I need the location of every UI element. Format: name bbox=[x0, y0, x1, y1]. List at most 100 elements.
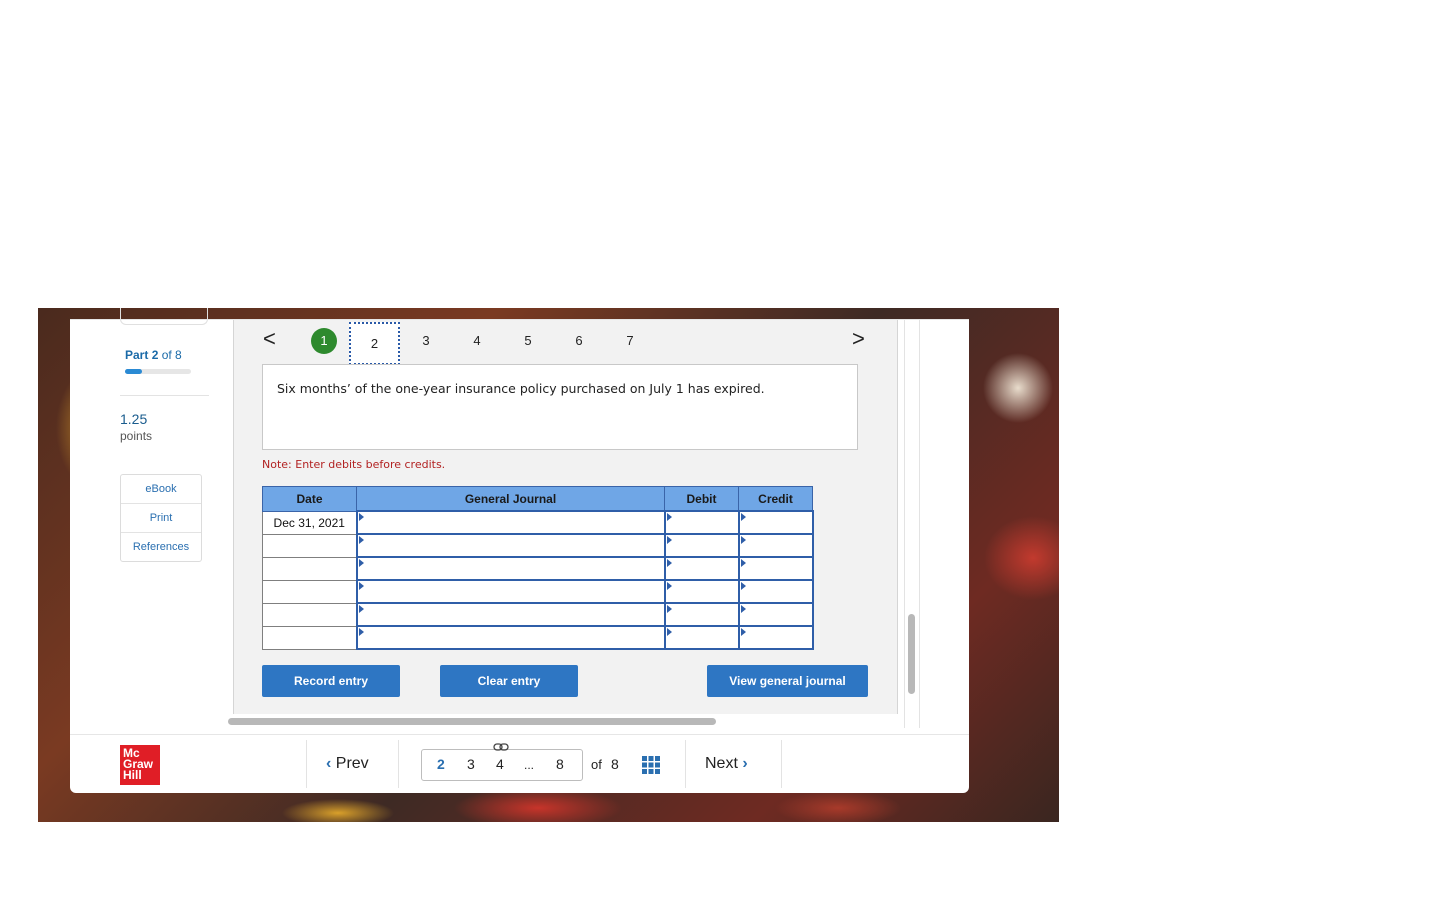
pager-divider bbox=[781, 740, 782, 788]
account-dropdown[interactable] bbox=[355, 510, 666, 535]
dropdown-marker-icon bbox=[358, 559, 364, 567]
sidebar-stub bbox=[120, 308, 208, 325]
credit-input[interactable] bbox=[737, 579, 814, 604]
debit-input[interactable] bbox=[663, 533, 740, 558]
tab-4[interactable]: 4 bbox=[467, 333, 487, 348]
part-progress-fill bbox=[125, 369, 142, 374]
clear-entry-button[interactable]: Clear entry bbox=[440, 665, 578, 697]
journal-note: Note: Enter debits before credits. bbox=[262, 458, 446, 471]
table-row bbox=[262, 625, 814, 650]
credit-input[interactable] bbox=[737, 556, 814, 581]
input-marker-icon bbox=[740, 605, 746, 613]
table-row bbox=[262, 556, 814, 581]
input-marker-icon bbox=[666, 536, 672, 544]
pager-divider bbox=[306, 740, 307, 788]
chevron-left-icon: ‹ bbox=[326, 755, 332, 772]
tab-1-completed[interactable]: 1 bbox=[311, 328, 337, 354]
table-row: Dec 31, 2021 bbox=[262, 510, 814, 535]
next-label: Next bbox=[705, 755, 738, 772]
input-marker-icon bbox=[666, 605, 672, 613]
date-cell: Dec 31, 2021 bbox=[262, 510, 357, 535]
account-dropdown[interactable] bbox=[355, 533, 666, 558]
record-entry-button[interactable]: Record entry bbox=[262, 665, 400, 697]
points-label: points bbox=[120, 429, 153, 443]
page-4[interactable]: 4 bbox=[496, 756, 504, 772]
logo-line: Hill bbox=[123, 768, 142, 782]
dropdown-marker-icon bbox=[358, 536, 364, 544]
account-dropdown[interactable] bbox=[355, 579, 666, 604]
debit-input[interactable] bbox=[663, 602, 740, 627]
tab-2-current[interactable]: 2 bbox=[349, 322, 400, 365]
view-general-journal-button[interactable]: View general journal bbox=[707, 665, 868, 697]
table-row bbox=[262, 533, 814, 558]
resource-links: eBook Print References bbox=[120, 474, 202, 562]
input-marker-icon bbox=[740, 582, 746, 590]
input-marker-icon bbox=[666, 628, 672, 636]
horizontal-scrollbar[interactable] bbox=[228, 718, 716, 725]
page-3[interactable]: 3 bbox=[467, 756, 475, 772]
debit-input[interactable] bbox=[663, 625, 740, 650]
account-dropdown[interactable] bbox=[355, 602, 666, 627]
dropdown-marker-icon bbox=[358, 582, 364, 590]
tab-5[interactable]: 5 bbox=[518, 333, 538, 348]
input-marker-icon bbox=[740, 628, 746, 636]
references-link[interactable]: References bbox=[121, 533, 201, 561]
next-button[interactable]: Next › bbox=[705, 755, 748, 773]
dropdown-marker-icon bbox=[358, 513, 364, 521]
journal-entry-table: Date General Journal Debit Credit Dec 31… bbox=[262, 486, 814, 650]
account-dropdown[interactable] bbox=[355, 625, 666, 650]
page-ellipsis: ... bbox=[524, 758, 535, 772]
footer-divider bbox=[70, 734, 969, 735]
dropdown-marker-icon bbox=[358, 628, 364, 636]
header-debit: Debit bbox=[664, 486, 739, 512]
credit-input[interactable] bbox=[737, 533, 814, 558]
vertical-scrollbar[interactable] bbox=[908, 614, 915, 694]
grid-icon[interactable] bbox=[642, 756, 660, 774]
debit-input[interactable] bbox=[663, 510, 740, 535]
input-marker-icon bbox=[740, 559, 746, 567]
credit-input[interactable] bbox=[737, 510, 814, 535]
input-marker-icon bbox=[666, 559, 672, 567]
link-icon bbox=[493, 743, 509, 751]
account-dropdown[interactable] bbox=[355, 556, 666, 581]
ebook-link[interactable]: eBook bbox=[121, 475, 201, 504]
input-marker-icon bbox=[740, 513, 746, 521]
tab-6[interactable]: 6 bbox=[569, 333, 589, 348]
page-2[interactable]: 2 bbox=[437, 756, 445, 772]
debit-input[interactable] bbox=[663, 579, 740, 604]
print-link[interactable]: Print bbox=[121, 504, 201, 533]
question-box: Six months’ of the one-year insurance po… bbox=[262, 364, 858, 450]
part-progress-bar bbox=[125, 369, 191, 374]
credit-input[interactable] bbox=[737, 625, 814, 650]
sidebar-divider bbox=[120, 395, 209, 396]
header-credit: Credit bbox=[738, 486, 813, 512]
part-current: 2 bbox=[151, 348, 159, 362]
part-prefix: Part bbox=[125, 348, 149, 362]
credit-input[interactable] bbox=[737, 602, 814, 627]
question-text: Six months’ of the one-year insurance po… bbox=[277, 381, 765, 396]
prev-button[interactable]: ‹ Prev bbox=[326, 755, 369, 773]
header-date: Date bbox=[262, 486, 357, 512]
debit-input[interactable] bbox=[663, 556, 740, 581]
part-suffix: of 8 bbox=[161, 348, 182, 362]
part-indicator: Part 2 of 8 bbox=[125, 348, 182, 362]
mcgraw-hill-logo: Mc Graw Hill bbox=[120, 745, 160, 785]
date-cell bbox=[262, 625, 357, 650]
header-general-journal: General Journal bbox=[356, 486, 665, 512]
tab-next-chevron-icon[interactable]: > bbox=[852, 328, 865, 350]
pager-of-label: of bbox=[591, 757, 602, 772]
page-8[interactable]: 8 bbox=[556, 756, 564, 772]
table-row bbox=[262, 579, 814, 604]
dropdown-marker-icon bbox=[358, 605, 364, 613]
tab-prev-chevron-icon[interactable]: < bbox=[263, 328, 276, 350]
table-row bbox=[262, 602, 814, 627]
tab-7[interactable]: 7 bbox=[620, 333, 640, 348]
prev-label: Prev bbox=[335, 755, 369, 772]
date-cell bbox=[262, 602, 357, 627]
journal-header-row: Date General Journal Debit Credit bbox=[262, 486, 813, 512]
pager-total: 8 bbox=[611, 756, 619, 772]
chevron-right-icon: › bbox=[742, 755, 748, 772]
input-marker-icon bbox=[740, 536, 746, 544]
tab-3[interactable]: 3 bbox=[416, 333, 436, 348]
input-marker-icon bbox=[666, 513, 672, 521]
